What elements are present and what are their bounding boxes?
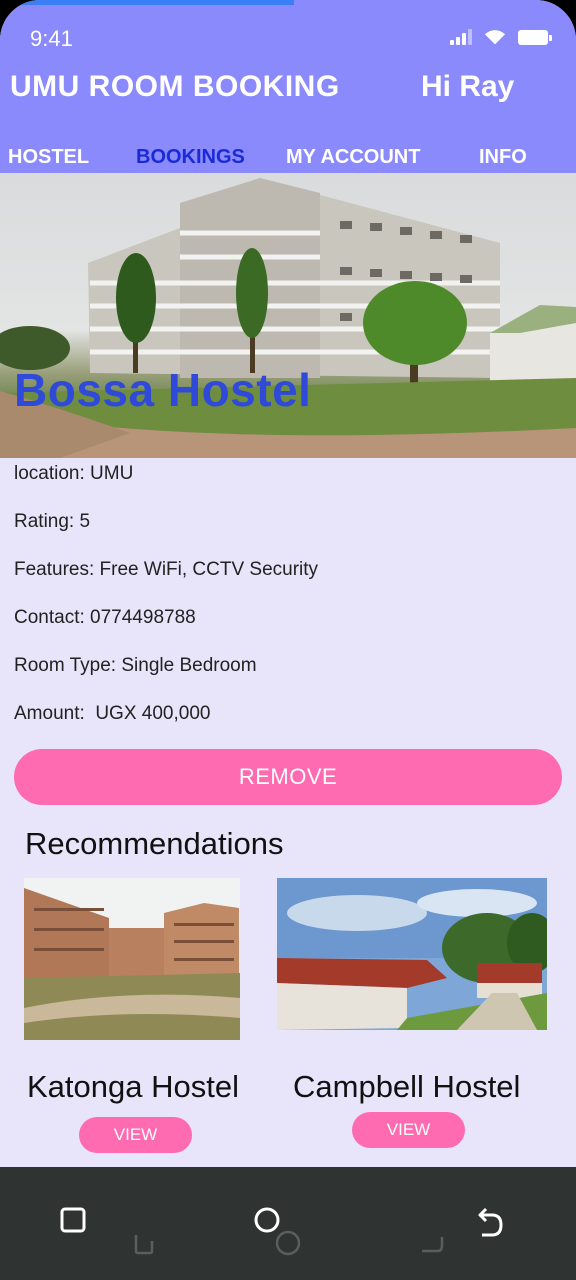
status-time: 9:41 — [30, 26, 73, 51]
rec-name-katonga: Katonga Hostel — [27, 1069, 239, 1104]
campbell-building-illustration — [277, 878, 547, 1030]
detail-contact: Contact: 0774498788 — [14, 607, 196, 628]
user-greeting: Hi Ray — [421, 70, 515, 103]
tab-bar: HOSTEL BOOKINGS MY ACCOUNT INFO — [0, 146, 576, 172]
home-hint-icon — [275, 1230, 301, 1256]
view-button-campbell[interactable]: VIEW — [352, 1112, 465, 1148]
detail-room-type: Room Type: Single Bedroom — [14, 655, 257, 676]
battery-icon — [518, 29, 552, 45]
detail-amount: Amount: UGX 400,000 — [14, 703, 211, 724]
hostel-name-overlay: Bossa Hostel — [14, 364, 312, 416]
status-bar: 9:41 — [0, 18, 576, 58]
katonga-building-illustration — [24, 878, 240, 1040]
status-icons — [450, 28, 552, 46]
recommendations-heading: Recommendations — [25, 826, 284, 861]
app-title: UMU ROOM BOOKING — [10, 70, 340, 103]
detail-location: location: UMU — [14, 463, 134, 484]
app-header: 9:41 UMU ROOM BOOKING Hi Ray HOSTEL BOOK… — [0, 0, 576, 173]
system-nav-bar — [0, 1167, 576, 1280]
view-button-katonga[interactable]: VIEW — [79, 1117, 192, 1153]
hostel-photo: Bossa Hostel — [0, 173, 576, 458]
back-hint-icon — [422, 1237, 444, 1253]
signal-icon — [450, 29, 472, 45]
rotate-hint-icon — [134, 1235, 154, 1255]
remove-button[interactable]: REMOVE — [14, 749, 562, 805]
detail-rating: Rating: 5 — [14, 511, 91, 532]
detail-features: Features: Free WiFi, CCTV Security — [14, 559, 319, 580]
tab-hostel[interactable]: HOSTEL — [8, 146, 89, 169]
app-screen: 9:41 UMU ROOM BOOKING Hi Ray HOSTEL BOOK… — [0, 0, 576, 1280]
top-progress-bar — [0, 0, 294, 5]
wifi-icon — [484, 30, 506, 45]
katonga-hostel-image[interactable] — [24, 878, 240, 1040]
tab-my-account[interactable]: MY ACCOUNT — [286, 146, 420, 169]
rec-name-campbell: Campbell Hostel — [293, 1069, 521, 1104]
campbell-hostel-image[interactable] — [277, 878, 547, 1030]
tab-info[interactable]: INFO — [479, 146, 527, 169]
back-icon[interactable] — [472, 1203, 508, 1243]
recent-apps-icon[interactable] — [58, 1205, 90, 1237]
tab-bookings[interactable]: BOOKINGS — [136, 146, 245, 169]
